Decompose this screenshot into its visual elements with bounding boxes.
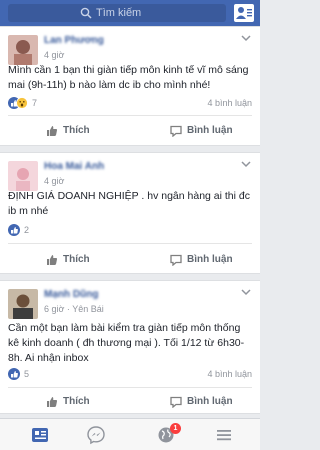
avatar[interactable] [8,161,38,191]
chevron-down-icon[interactable] [240,33,252,43]
post-stats: 5 4 bình luận [8,367,252,381]
friend-requests-icon[interactable] [234,4,254,22]
post-text: Mình cần 1 bạn thi giàn tiếp môn kinh tế… [8,64,249,91]
post-stats: 2 [8,223,252,237]
avatar[interactable] [8,289,38,319]
post-actions: Thích Bình luận [0,391,260,413]
post-author[interactable]: Lan Phương [44,35,106,47]
search-icon [80,7,92,19]
search-input[interactable]: Tìm kiếm [8,4,226,22]
feed-post: Hoa Mai Anh 4 giờ ĐỊNH GIÁ DOANH NGHIỆP … [0,152,260,274]
reaction-count[interactable]: 2 [24,224,29,236]
feed-post: Mạnh Dũng 6 giờ · Yên Bái Cần một bạn là… [0,280,260,414]
chevron-down-icon[interactable] [240,159,252,169]
like-reaction-icon [8,368,20,380]
bottom-nav: 1 [0,418,260,450]
top-bar: Tìm kiếm [0,0,260,26]
reaction-count[interactable]: 5 [24,368,29,380]
post-time: 4 giờ [44,176,65,186]
post-text: Cần một bạn làm bài kiểm tra giàn tiếp m… [8,322,245,364]
post-author[interactable]: Hoa Mai Anh [44,161,106,173]
menu-icon[interactable] [214,425,234,445]
like-reaction-icon [8,224,20,236]
avatar[interactable] [8,35,38,65]
post-time: 4 giờ [44,50,65,60]
comment-count[interactable]: 4 bình luận [207,97,252,109]
notification-badge: 1 [170,423,181,434]
post-actions: Thích Bình luận [0,120,260,142]
post-stats: 7 4 bình luận [8,96,252,110]
post-time: 6 giờ · Yên Bái [44,304,104,314]
chevron-down-icon[interactable] [240,287,252,297]
feed-post: Lan Phương 4 giờ Mình cần 1 bạn thi giàn… [0,26,260,146]
divider [8,115,252,116]
comment-icon [170,254,182,266]
comment-icon [170,396,182,408]
thumbs-up-icon [47,126,58,136]
post-text: ĐỊNH GIÁ DOANH NGHIỆP . hv ngân hàng ai … [8,190,250,217]
wow-reaction-icon [16,97,28,109]
news-feed-icon[interactable] [30,425,50,445]
thumbs-up-icon [47,255,58,265]
divider [8,243,252,244]
messenger-icon[interactable] [86,425,106,445]
thumbs-up-icon [47,397,58,407]
divider [8,387,252,388]
post-actions: Thích Bình luận [0,249,260,271]
search-placeholder: Tìm kiếm [96,7,142,19]
comment-count[interactable]: 4 bình luận [207,368,252,380]
post-author[interactable]: Mạnh Dũng [44,289,106,301]
reaction-count[interactable]: 7 [32,97,37,109]
comment-icon [170,125,182,137]
